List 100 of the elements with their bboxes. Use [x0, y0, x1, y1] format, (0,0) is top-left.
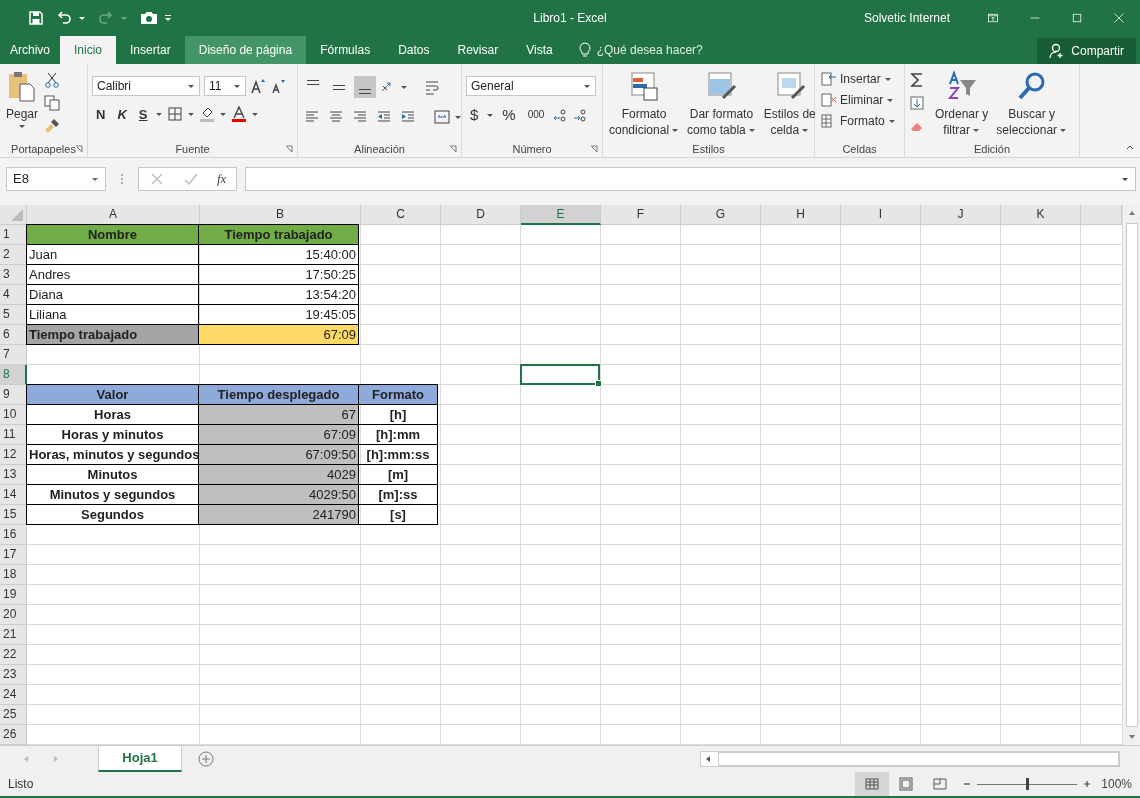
collapse-ribbon-icon[interactable]: [1126, 143, 1134, 151]
shrink-font-icon[interactable]: [270, 78, 286, 94]
cells-button[interactable]: Eliminar: [819, 91, 900, 109]
add-sheet-icon[interactable]: [198, 751, 214, 767]
dialog-launcher-icon[interactable]: [590, 145, 598, 153]
row-header[interactable]: 19: [0, 585, 27, 605]
maximize-icon[interactable]: [1071, 12, 1083, 24]
ribbon-tab[interactable]: Archivo: [0, 36, 60, 64]
caret-icon[interactable]: [78, 14, 86, 22]
ribbon-display-icon[interactable]: [987, 12, 999, 24]
row-header[interactable]: 4: [0, 285, 27, 305]
row-header[interactable]: 16: [0, 525, 27, 545]
currency-button[interactable]: $: [466, 106, 483, 123]
style-button[interactable]: Formato condicional: [607, 70, 682, 141]
fill-down-icon[interactable]: [909, 95, 925, 111]
name-box[interactable]: E8: [6, 166, 106, 191]
caret-icon[interactable]: [187, 110, 196, 118]
editing-button[interactable]: Ordenar y filtrar: [933, 70, 991, 141]
dialog-launcher-icon[interactable]: [75, 145, 83, 153]
row-header[interactable]: 2: [0, 245, 27, 265]
dialog-launcher-icon[interactable]: [449, 145, 457, 153]
row-header[interactable]: 5: [0, 305, 27, 325]
row-header[interactable]: 26: [0, 725, 27, 745]
sigma-icon[interactable]: [909, 72, 925, 88]
font-color-icon[interactable]: [231, 106, 248, 122]
ribbon-tab[interactable]: Vista: [512, 36, 567, 64]
column-header[interactable]: E: [521, 205, 601, 225]
editing-button[interactable]: Buscar y seleccionar: [994, 70, 1070, 141]
cells-button[interactable]: Insertar: [819, 70, 900, 88]
increase-decimal-icon[interactable]: [552, 106, 569, 123]
font-name-dropdown[interactable]: Calibri: [92, 76, 200, 96]
close-icon[interactable]: [1113, 12, 1125, 24]
normal-view-button[interactable]: [855, 772, 890, 796]
formula-field[interactable]: [245, 166, 1136, 191]
wrap-text-icon[interactable]: [424, 79, 440, 95]
row-header[interactable]: 1: [0, 225, 27, 245]
caret-icon[interactable]: [219, 110, 228, 118]
vertical-align-button[interactable]: [354, 76, 376, 98]
dialog-launcher-icon[interactable]: [285, 145, 293, 153]
row-header[interactable]: 20: [0, 605, 27, 625]
insert-function-button[interactable]: fx: [217, 170, 227, 187]
row-header[interactable]: 8: [0, 365, 27, 385]
decrease-decimal-icon[interactable]: [572, 106, 589, 123]
scroll-down-icon[interactable]: [1127, 733, 1136, 741]
row-header[interactable]: 14: [0, 485, 27, 505]
underline-button[interactable]: S: [134, 106, 152, 122]
bold-button[interactable]: N: [92, 106, 110, 122]
font-size-dropdown[interactable]: 11: [204, 76, 246, 96]
zoom-level[interactable]: 100%: [1101, 777, 1132, 791]
horizontal-scrollbar[interactable]: [700, 751, 1120, 767]
paintbrush-icon[interactable]: [44, 118, 61, 134]
tell-me-field[interactable]: ¿Qué desea hacer?: [594, 42, 719, 58]
caret-icon[interactable]: [251, 110, 260, 118]
caret-icon[interactable]: [454, 113, 462, 121]
row-header[interactable]: 11: [0, 425, 27, 445]
camera-icon[interactable]: [140, 10, 158, 26]
style-button[interactable]: Dar formato como tabla: [685, 70, 758, 141]
fill-handle[interactable]: [595, 380, 602, 387]
share-button[interactable]: Compartir: [1037, 38, 1136, 64]
percent-button[interactable]: %: [498, 106, 520, 123]
row-header[interactable]: 18: [0, 565, 27, 585]
row-header[interactable]: 9: [0, 385, 27, 405]
ribbon-tab[interactable]: Insertar: [116, 36, 185, 64]
ribbon-tab[interactable]: Datos: [384, 36, 444, 64]
caret-icon[interactable]: [155, 110, 164, 118]
row-header[interactable]: 21: [0, 625, 27, 645]
cells-button[interactable]: Formato: [819, 112, 900, 130]
ribbon-tab[interactable]: Inicio: [60, 36, 117, 64]
italic-button[interactable]: K: [113, 106, 131, 122]
ribbon-tab[interactable]: Fórmulas: [306, 36, 385, 64]
row-header[interactable]: 12: [0, 445, 27, 465]
style-button[interactable]: Estilos de celda: [761, 70, 818, 141]
thousands-button[interactable]: 000: [523, 109, 549, 120]
active-cell[interactable]: [520, 364, 600, 385]
caret-icon[interactable]: [400, 83, 408, 91]
row-header[interactable]: 17: [0, 545, 27, 565]
fill-color-icon[interactable]: [199, 106, 216, 122]
number-format-dropdown[interactable]: General: [466, 76, 596, 96]
row-header[interactable]: 3: [0, 265, 27, 285]
row-header[interactable]: 6: [0, 325, 27, 345]
paste-button[interactable]: Pegar: [4, 70, 41, 141]
row-header[interactable]: 10: [0, 405, 27, 425]
row-header[interactable]: 25: [0, 705, 27, 725]
sheet-tab[interactable]: Hoja1: [98, 745, 182, 772]
customize-caret-icon[interactable]: [164, 14, 172, 22]
borders-icon[interactable]: [167, 106, 184, 122]
copy-icon[interactable]: [44, 95, 61, 111]
merge-center-icon[interactable]: [434, 109, 450, 125]
ribbon-tab[interactable]: Diseño de página: [184, 36, 307, 64]
cut-icon[interactable]: [44, 72, 61, 88]
row-header[interactable]: 15: [0, 505, 27, 525]
zoom-in-icon[interactable]: [1083, 780, 1092, 788]
row-header[interactable]: 7: [0, 345, 27, 365]
row-header[interactable]: 22: [0, 645, 27, 665]
row-header[interactable]: 23: [0, 665, 27, 685]
undo-icon[interactable]: [56, 10, 72, 26]
grow-font-icon[interactable]: [250, 78, 266, 94]
ribbon-tab[interactable]: Revisar: [443, 36, 513, 64]
vertical-scrollbar[interactable]: [1122, 205, 1140, 745]
scroll-left-icon[interactable]: [704, 755, 712, 763]
